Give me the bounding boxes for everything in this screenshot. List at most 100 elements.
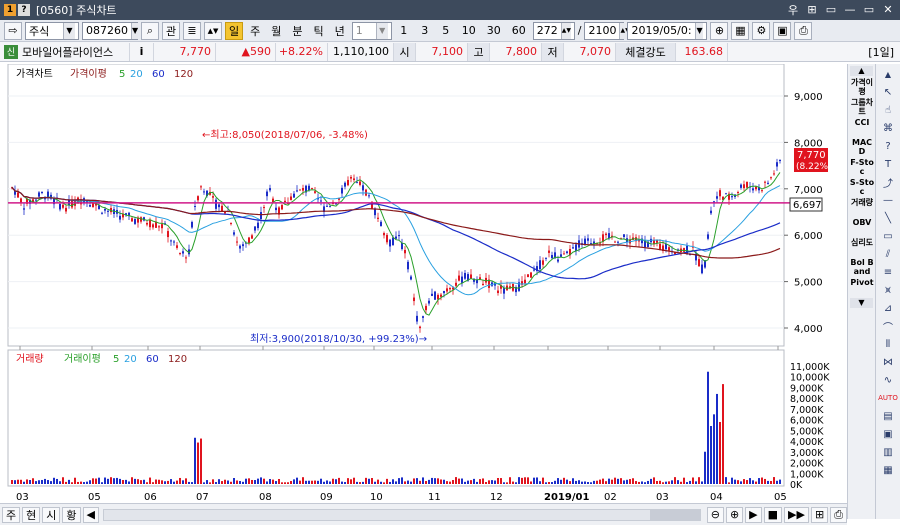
period-minute[interactable]: 분 [288, 22, 306, 40]
count-stepper[interactable]: 272 ▲▼ [532, 21, 575, 40]
candle [23, 208, 25, 210]
pattern-tool-icon[interactable]: ⋈ [878, 354, 898, 370]
zoom-out-icon[interactable]: ⊖ [706, 506, 724, 523]
date-picker[interactable]: 2019/05/0: ▼ [627, 21, 708, 40]
print-icon[interactable]: ⎙ [794, 21, 813, 40]
help-tool-icon[interactable]: ? [878, 138, 898, 154]
grid-icon[interactable]: ⊞ [804, 2, 820, 17]
market-select[interactable]: 주식 ▼ [25, 21, 79, 40]
hand-icon[interactable]: ☝ [878, 102, 898, 118]
volume-bar [242, 481, 244, 484]
volume-bar [167, 480, 169, 484]
settings-icon[interactable]: ≣ [183, 21, 201, 40]
volume-tick-label: 0K [790, 480, 803, 491]
indicator-item[interactable]: 거래량 [849, 198, 875, 216]
indicator-item[interactable]: 그룹차트 [849, 98, 875, 116]
stop-icon[interactable]: ■ [763, 506, 783, 523]
total-count-field[interactable]: 2100 ▲▼ [584, 21, 630, 40]
indicator-item[interactable]: MACD [849, 138, 875, 156]
spin-icon[interactable]: ▲▼ [204, 21, 222, 40]
add-icon[interactable]: ⊕ [710, 21, 729, 40]
window-tool-icon[interactable]: ▤ [878, 408, 898, 424]
fit-icon[interactable]: ⊞ [810, 506, 829, 523]
bottom-tab-stock[interactable]: 주 [2, 506, 21, 523]
candle [284, 200, 286, 203]
text-tool-icon[interactable]: T [878, 156, 898, 172]
channel-tool-icon[interactable]: ⫽ [878, 246, 898, 262]
period-year[interactable]: 년 [331, 22, 349, 40]
auto-tool-icon[interactable]: AUTO [878, 390, 898, 406]
interval-select[interactable]: 1 ▼ [351, 21, 392, 40]
print-icon[interactable]: ⎙ [830, 506, 847, 523]
minute-30-button[interactable]: 30 [483, 22, 505, 40]
info-icon[interactable]: i [130, 42, 154, 61]
indicator-item[interactable]: S-Stoc [849, 178, 875, 196]
indicator-item[interactable]: 가격이평 [849, 78, 875, 96]
calendar-icon[interactable]: ▦ [731, 21, 750, 40]
copy-tool-icon[interactable]: ▣ [878, 426, 898, 442]
bottom-tab-market[interactable]: 시 [42, 506, 61, 523]
rect-tool-icon[interactable]: ▭ [878, 228, 898, 244]
candle [740, 184, 742, 188]
minute-1-button[interactable]: 1 [395, 22, 413, 40]
period-day[interactable]: 일 [225, 21, 244, 40]
scroll-left-button[interactable]: ◀ [82, 506, 99, 523]
indicator-item[interactable]: OBV [849, 218, 875, 236]
bottom-tab-current[interactable]: 현 [22, 506, 41, 523]
arc-tool-icon[interactable]: ⌒ [878, 318, 898, 334]
candle [140, 217, 142, 222]
gann-tool-icon[interactable]: ⊿ [878, 300, 898, 316]
cycle-tool-icon[interactable]: ⦀ [878, 336, 898, 352]
related-button[interactable]: 관 [162, 21, 180, 40]
close-icon[interactable]: ✕ [880, 2, 896, 17]
expand-icon[interactable]: ▼ [850, 298, 873, 308]
stock-chart[interactable]: 가격차트 가격이평 5 20 60 120 거래량 거래이평 5 20 60 1… [4, 64, 844, 504]
minute-5-button[interactable]: 5 [437, 22, 455, 40]
indicator-item[interactable]: F-Stoc [849, 158, 875, 176]
indicator-item[interactable]: Bol Band [849, 258, 875, 276]
minute-60-button[interactable]: 60 [508, 22, 530, 40]
stock-code-input[interactable]: 087260 ▼ [82, 21, 139, 40]
help-icon[interactable]: ? [18, 4, 30, 16]
minimize-icon[interactable]: — [842, 2, 858, 17]
trendline-tool-icon[interactable]: ╲ [878, 210, 898, 226]
horizontal-scrollbar[interactable] [102, 508, 701, 521]
magnet-icon[interactable]: ⌘ [878, 120, 898, 136]
indicator-item[interactable]: 심리도 [849, 238, 875, 256]
maximize-icon[interactable]: ▭ [861, 2, 877, 17]
link-button[interactable]: 우 [785, 2, 801, 17]
play-icon[interactable]: ▶ [745, 506, 762, 523]
minute-10-button[interactable]: 10 [458, 22, 480, 40]
search-icon[interactable]: ⌕ [141, 21, 159, 40]
arrow-icon[interactable]: ⇨ [4, 21, 22, 40]
bar-tool-icon[interactable]: ▥ [878, 444, 898, 460]
collapse-icon[interactable]: ▲ [850, 66, 873, 76]
hline-tool-icon[interactable]: — [878, 192, 898, 208]
gear-icon[interactable]: ⚙ [752, 21, 771, 40]
fan-tool-icon[interactable]: ⩙ [878, 282, 898, 298]
volume-bar [56, 478, 58, 484]
volume-bar [563, 477, 565, 484]
wave-tool-icon[interactable]: ∿ [878, 372, 898, 388]
candle [725, 193, 727, 195]
scroll-thumb[interactable] [649, 509, 700, 520]
ray-tool-icon[interactable]: ⤴ [878, 174, 898, 190]
collapse-tools-icon[interactable]: ▲ [878, 66, 898, 82]
forward-icon[interactable]: ▶▶ [784, 506, 809, 523]
period-tick[interactable]: 틱 [310, 22, 328, 40]
period-month[interactable]: 월 [267, 22, 285, 40]
save-icon[interactable]: ▣ [773, 21, 792, 40]
indicator-item[interactable]: CCI [849, 118, 875, 136]
bottom-tab-status[interactable]: 황 [62, 506, 81, 523]
price-change: ▲590 [216, 42, 276, 61]
zoom-in-icon[interactable]: ⊕ [725, 506, 744, 523]
restore-icon[interactable]: ▭ [823, 2, 839, 17]
indicator-item[interactable]: Pivot [849, 278, 875, 296]
period-week[interactable]: 주 [246, 22, 264, 40]
volume-bar [566, 479, 568, 484]
minute-3-button[interactable]: 3 [416, 22, 434, 40]
cursor-icon[interactable]: ↖ [878, 84, 898, 100]
candle-tool-icon[interactable]: ▦ [878, 462, 898, 478]
fibo-tool-icon[interactable]: ≡ [878, 264, 898, 280]
candle [260, 212, 262, 220]
